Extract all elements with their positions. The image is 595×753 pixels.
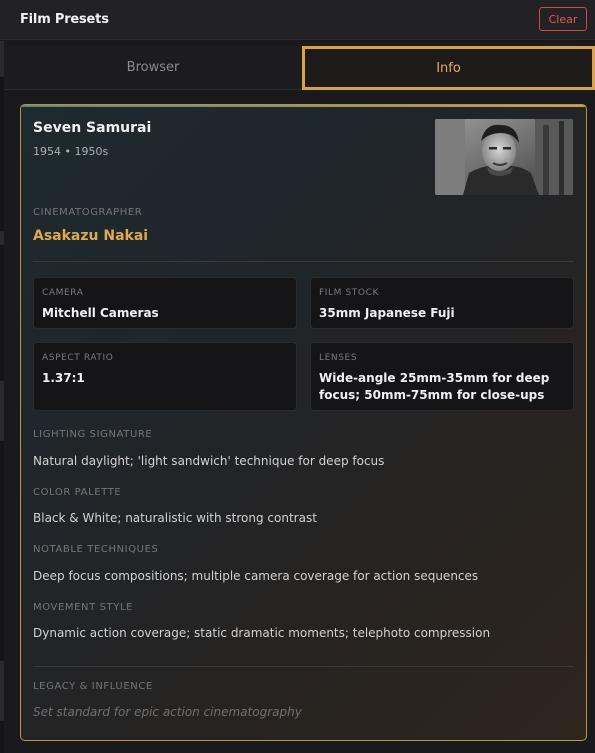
- aspect-ratio-value: 1.37:1: [42, 371, 85, 385]
- techniques-value: Deep focus compositions; multiple camera…: [33, 569, 479, 583]
- film-stock-box: FILM STOCK 35mm Japanese Fuji: [310, 277, 574, 329]
- lighting-value: Natural daylight; 'light sandwich' techn…: [33, 454, 385, 468]
- film-still-image: [435, 119, 573, 195]
- techniques-label: NOTABLE TECHNIQUES: [33, 544, 159, 555]
- camera-value: Mitchell Cameras: [42, 306, 159, 320]
- film-stock-value: 35mm Japanese Fuji: [319, 306, 455, 320]
- legacy-label: LEGACY & INFLUENCE: [33, 681, 153, 692]
- tab-browser[interactable]: Browser: [4, 46, 302, 90]
- legacy-divider: [33, 666, 574, 667]
- lenses-label: LENSES: [319, 353, 358, 363]
- cinematographer-label: CINEMATOGRAPHER: [33, 207, 143, 218]
- aspect-ratio-label: ASPECT RATIO: [42, 353, 114, 363]
- app-title: Film Presets: [20, 12, 109, 27]
- section-divider: [33, 261, 574, 262]
- camera-box: CAMERA Mitchell Cameras: [33, 277, 297, 329]
- app-header: Film Presets Clear: [0, 0, 595, 40]
- film-stock-label: FILM STOCK: [319, 288, 379, 298]
- cinematographer-name: Asakazu Nakai: [33, 228, 149, 244]
- camera-label: CAMERA: [42, 288, 84, 298]
- left-edge-bar: [0, 41, 4, 753]
- clear-button[interactable]: Clear: [539, 7, 587, 31]
- movement-value: Dynamic action coverage; static dramatic…: [33, 626, 491, 640]
- legacy-value: Set standard for epic action cinematogra…: [33, 705, 302, 719]
- palette-value: Black & White; naturalistic with strong …: [33, 511, 317, 525]
- lenses-box: LENSES Wide-angle 25mm-35mm for deep foc…: [310, 342, 574, 411]
- movement-label: MOVEMENT STYLE: [33, 602, 134, 613]
- film-title: Seven Samurai: [33, 120, 152, 136]
- tab-info[interactable]: Info: [302, 46, 595, 90]
- tab-bar: Browser Info: [4, 46, 595, 90]
- film-info-card: Seven Samurai 1954 • 1950s CINEMATOGRAPH…: [20, 104, 587, 741]
- palette-label: COLOR PALETTE: [33, 487, 122, 498]
- film-year-decade: 1954 • 1950s: [33, 145, 109, 158]
- lighting-label: LIGHTING SIGNATURE: [33, 429, 153, 440]
- card-accent-line: [21, 105, 586, 107]
- lenses-value: Wide-angle 25mm-35mm for deep focus; 50m…: [319, 371, 550, 402]
- aspect-ratio-box: ASPECT RATIO 1.37:1: [33, 342, 297, 411]
